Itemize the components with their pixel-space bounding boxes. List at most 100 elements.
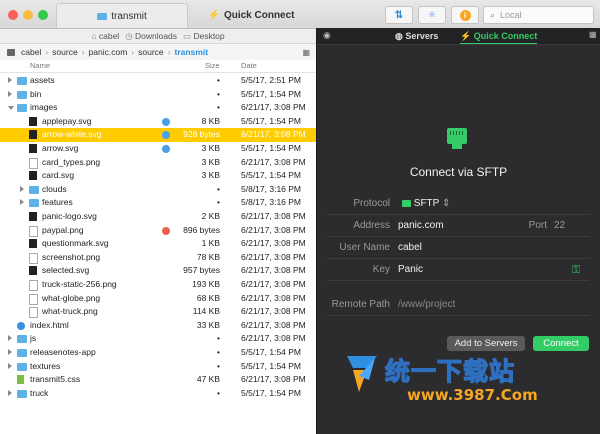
image-file-icon (29, 157, 38, 169)
folder-icon (17, 335, 27, 344)
file-size: • (217, 75, 220, 85)
tab-quick-connect-right-label: Quick Connect (473, 31, 538, 41)
file-row[interactable]: card_types.png 3 KB 6/21/17, 3:08 PM (0, 156, 316, 170)
file-row[interactable]: features • 5/8/17, 3:16 PM (0, 196, 316, 210)
breadcrumb-current[interactable]: transmit (174, 47, 208, 57)
file-row[interactable]: paypal.png 896 bytes 6/21/17, 3:08 PM (0, 224, 316, 238)
column-name[interactable]: Name (30, 61, 50, 70)
favorite-desktop[interactable]: ▭ Desktop (183, 31, 225, 42)
favorite-downloads[interactable]: ◷ Downloads (125, 31, 177, 42)
file-row[interactable]: js • 6/21/17, 3:08 PM (0, 332, 316, 346)
folder-icon (97, 12, 108, 20)
grid-view-icon[interactable]: ▦ (302, 48, 310, 57)
file-date: 5/5/17, 1:54 PM (241, 387, 302, 398)
file-row[interactable]: selected.svg 957 bytes 6/21/17, 3:08 PM (0, 264, 316, 278)
globe-icon[interactable]: ◉ (323, 30, 331, 41)
search-placeholder: Local (500, 10, 522, 20)
file-row[interactable]: transmit5.css 47 KB 6/21/17, 3:08 PM (0, 373, 316, 387)
file-date: 6/21/17, 3:08 PM (241, 265, 306, 276)
disclosure-open-icon[interactable] (8, 106, 14, 111)
info-button[interactable]: i (451, 6, 479, 24)
file-name: clouds (42, 183, 67, 194)
breadcrumb-item[interactable]: cabel (21, 47, 41, 57)
separator (327, 214, 590, 215)
file-date: 5/5/17, 1:54 PM (241, 360, 302, 371)
minimize-window-button[interactable] (23, 10, 33, 20)
file-row[interactable]: releasenotes-app • 5/5/17, 1:54 PM (0, 346, 316, 360)
favorites-bar: ⌂ cabel ◷ Downloads ▭ Desktop (0, 29, 316, 44)
file-row[interactable]: index.html 33 KB 6/21/17, 3:08 PM (0, 319, 316, 333)
svg-file-icon (29, 116, 37, 126)
file-row[interactable]: bin • 5/5/17, 1:54 PM (0, 88, 316, 102)
activity-icon: ✳ (427, 9, 437, 21)
file-row[interactable]: applepay.svg 8 KB 5/5/17, 1:54 PM (0, 115, 316, 129)
favorite-cabel[interactable]: ⌂ cabel (91, 31, 119, 41)
disclosure-closed-icon[interactable] (20, 199, 24, 206)
connect-heading: Connect via SFTP (409, 165, 508, 179)
disclosure-closed-icon[interactable] (20, 185, 24, 192)
activity-button[interactable]: ✳ (418, 6, 446, 24)
file-row[interactable]: images • 6/21/17, 3:08 PM (0, 101, 316, 115)
file-row[interactable]: card.svg 3 KB 5/5/17, 1:54 PM (0, 169, 316, 183)
key-field[interactable]: Panic (398, 264, 423, 275)
file-row[interactable]: clouds • 5/8/17, 3:16 PM (0, 183, 316, 197)
file-date: 5/5/17, 1:54 PM (241, 88, 302, 99)
column-date[interactable]: Date (241, 61, 257, 70)
file-row[interactable]: assets • 5/5/17, 2:51 PM (0, 74, 316, 88)
tab-quick-connect-right[interactable]: ⚡ Quick Connect (460, 31, 538, 44)
search-field[interactable]: ⌕ Local (483, 6, 594, 24)
remote-path-label: Remote Path (331, 299, 390, 310)
file-date: 5/5/17, 1:54 PM (241, 115, 302, 126)
key-icon[interactable]: ⚿ (572, 264, 580, 277)
image-file-icon (29, 293, 38, 305)
zoom-window-button[interactable] (38, 10, 48, 20)
disclosure-closed-icon[interactable] (8, 349, 12, 355)
file-size: • (217, 387, 220, 398)
file-size: • (217, 88, 220, 99)
column-size[interactable]: Size (205, 61, 220, 70)
tab-servers[interactable]: ◍ Servers (395, 31, 438, 42)
separator (327, 258, 590, 259)
disclosure-closed-icon[interactable] (8, 389, 12, 396)
breadcrumb-item[interactable]: source (52, 47, 78, 57)
protocol-select[interactable]: SFTP ⇕ (402, 198, 450, 209)
file-row[interactable]: panic-logo.svg 2 KB 6/21/17, 3:08 PM (0, 210, 316, 224)
file-name: assets (30, 75, 55, 85)
address-field[interactable]: panic.com (398, 220, 518, 231)
title-bar: transmit ⚡ Quick Connect ⇅ ✳ i ⌕ Local (0, 0, 600, 29)
port-field[interactable]: 22 (554, 220, 565, 231)
add-to-servers-button[interactable]: Add to Servers (447, 336, 525, 351)
file-row[interactable]: truck • 5/5/17, 1:54 PM (0, 387, 316, 401)
disclosure-closed-icon[interactable] (8, 77, 12, 83)
file-row[interactable]: textures • 5/5/17, 1:54 PM (0, 360, 316, 374)
svg-file-icon (29, 171, 37, 181)
file-row[interactable]: what-globe.png 68 KB 6/21/17, 3:08 PM (0, 292, 316, 306)
grid-icon[interactable]: ▦ (589, 30, 597, 39)
remote-path-field[interactable]: /www/project (398, 299, 455, 310)
tab-quick-connect-label: Quick Connect (223, 9, 295, 21)
file-date: 5/5/17, 1:54 PM (241, 347, 302, 357)
tab-quick-connect[interactable]: ⚡ Quick Connect (187, 3, 315, 27)
file-name: truck (30, 387, 49, 398)
file-row[interactable]: what-truck.png 114 KB 6/21/17, 3:08 PM (0, 305, 316, 319)
file-row[interactable]: truck-static-256.png 193 KB 6/21/17, 3:08 … (0, 278, 316, 292)
breadcrumb-item[interactable]: source (138, 47, 164, 57)
disclosure-closed-icon[interactable] (8, 335, 12, 342)
file-row[interactable]: questionmark.svg 1 KB 6/21/17, 3:08 PM (0, 237, 316, 251)
file-date: 6/21/17, 3:08 PM (241, 211, 306, 221)
file-size: • (217, 197, 220, 208)
file-row[interactable]: screenshot.png 78 KB 6/21/17, 3:08 PM (0, 251, 316, 265)
file-size: 957 bytes (183, 265, 220, 276)
chevron-right-icon: › (131, 47, 135, 57)
tab-transmit[interactable]: transmit (56, 3, 188, 28)
disclosure-closed-icon[interactable] (8, 90, 12, 97)
username-field[interactable]: cabel (398, 242, 422, 253)
file-row[interactable]: arrow.svg 3 KB 5/5/17, 1:54 PM (0, 142, 316, 156)
breadcrumb-item[interactable]: panic.com (89, 47, 128, 57)
file-size: 47 KB (196, 374, 220, 385)
disclosure-closed-icon[interactable] (8, 362, 12, 369)
sync-button[interactable]: ⇅ (385, 6, 413, 24)
connect-button[interactable]: Connect (533, 336, 589, 351)
close-window-button[interactable] (8, 10, 18, 20)
file-row-selected[interactable]: arrow-white.svg 928 bytes 6/21/17, 3:08 PM (0, 128, 316, 142)
